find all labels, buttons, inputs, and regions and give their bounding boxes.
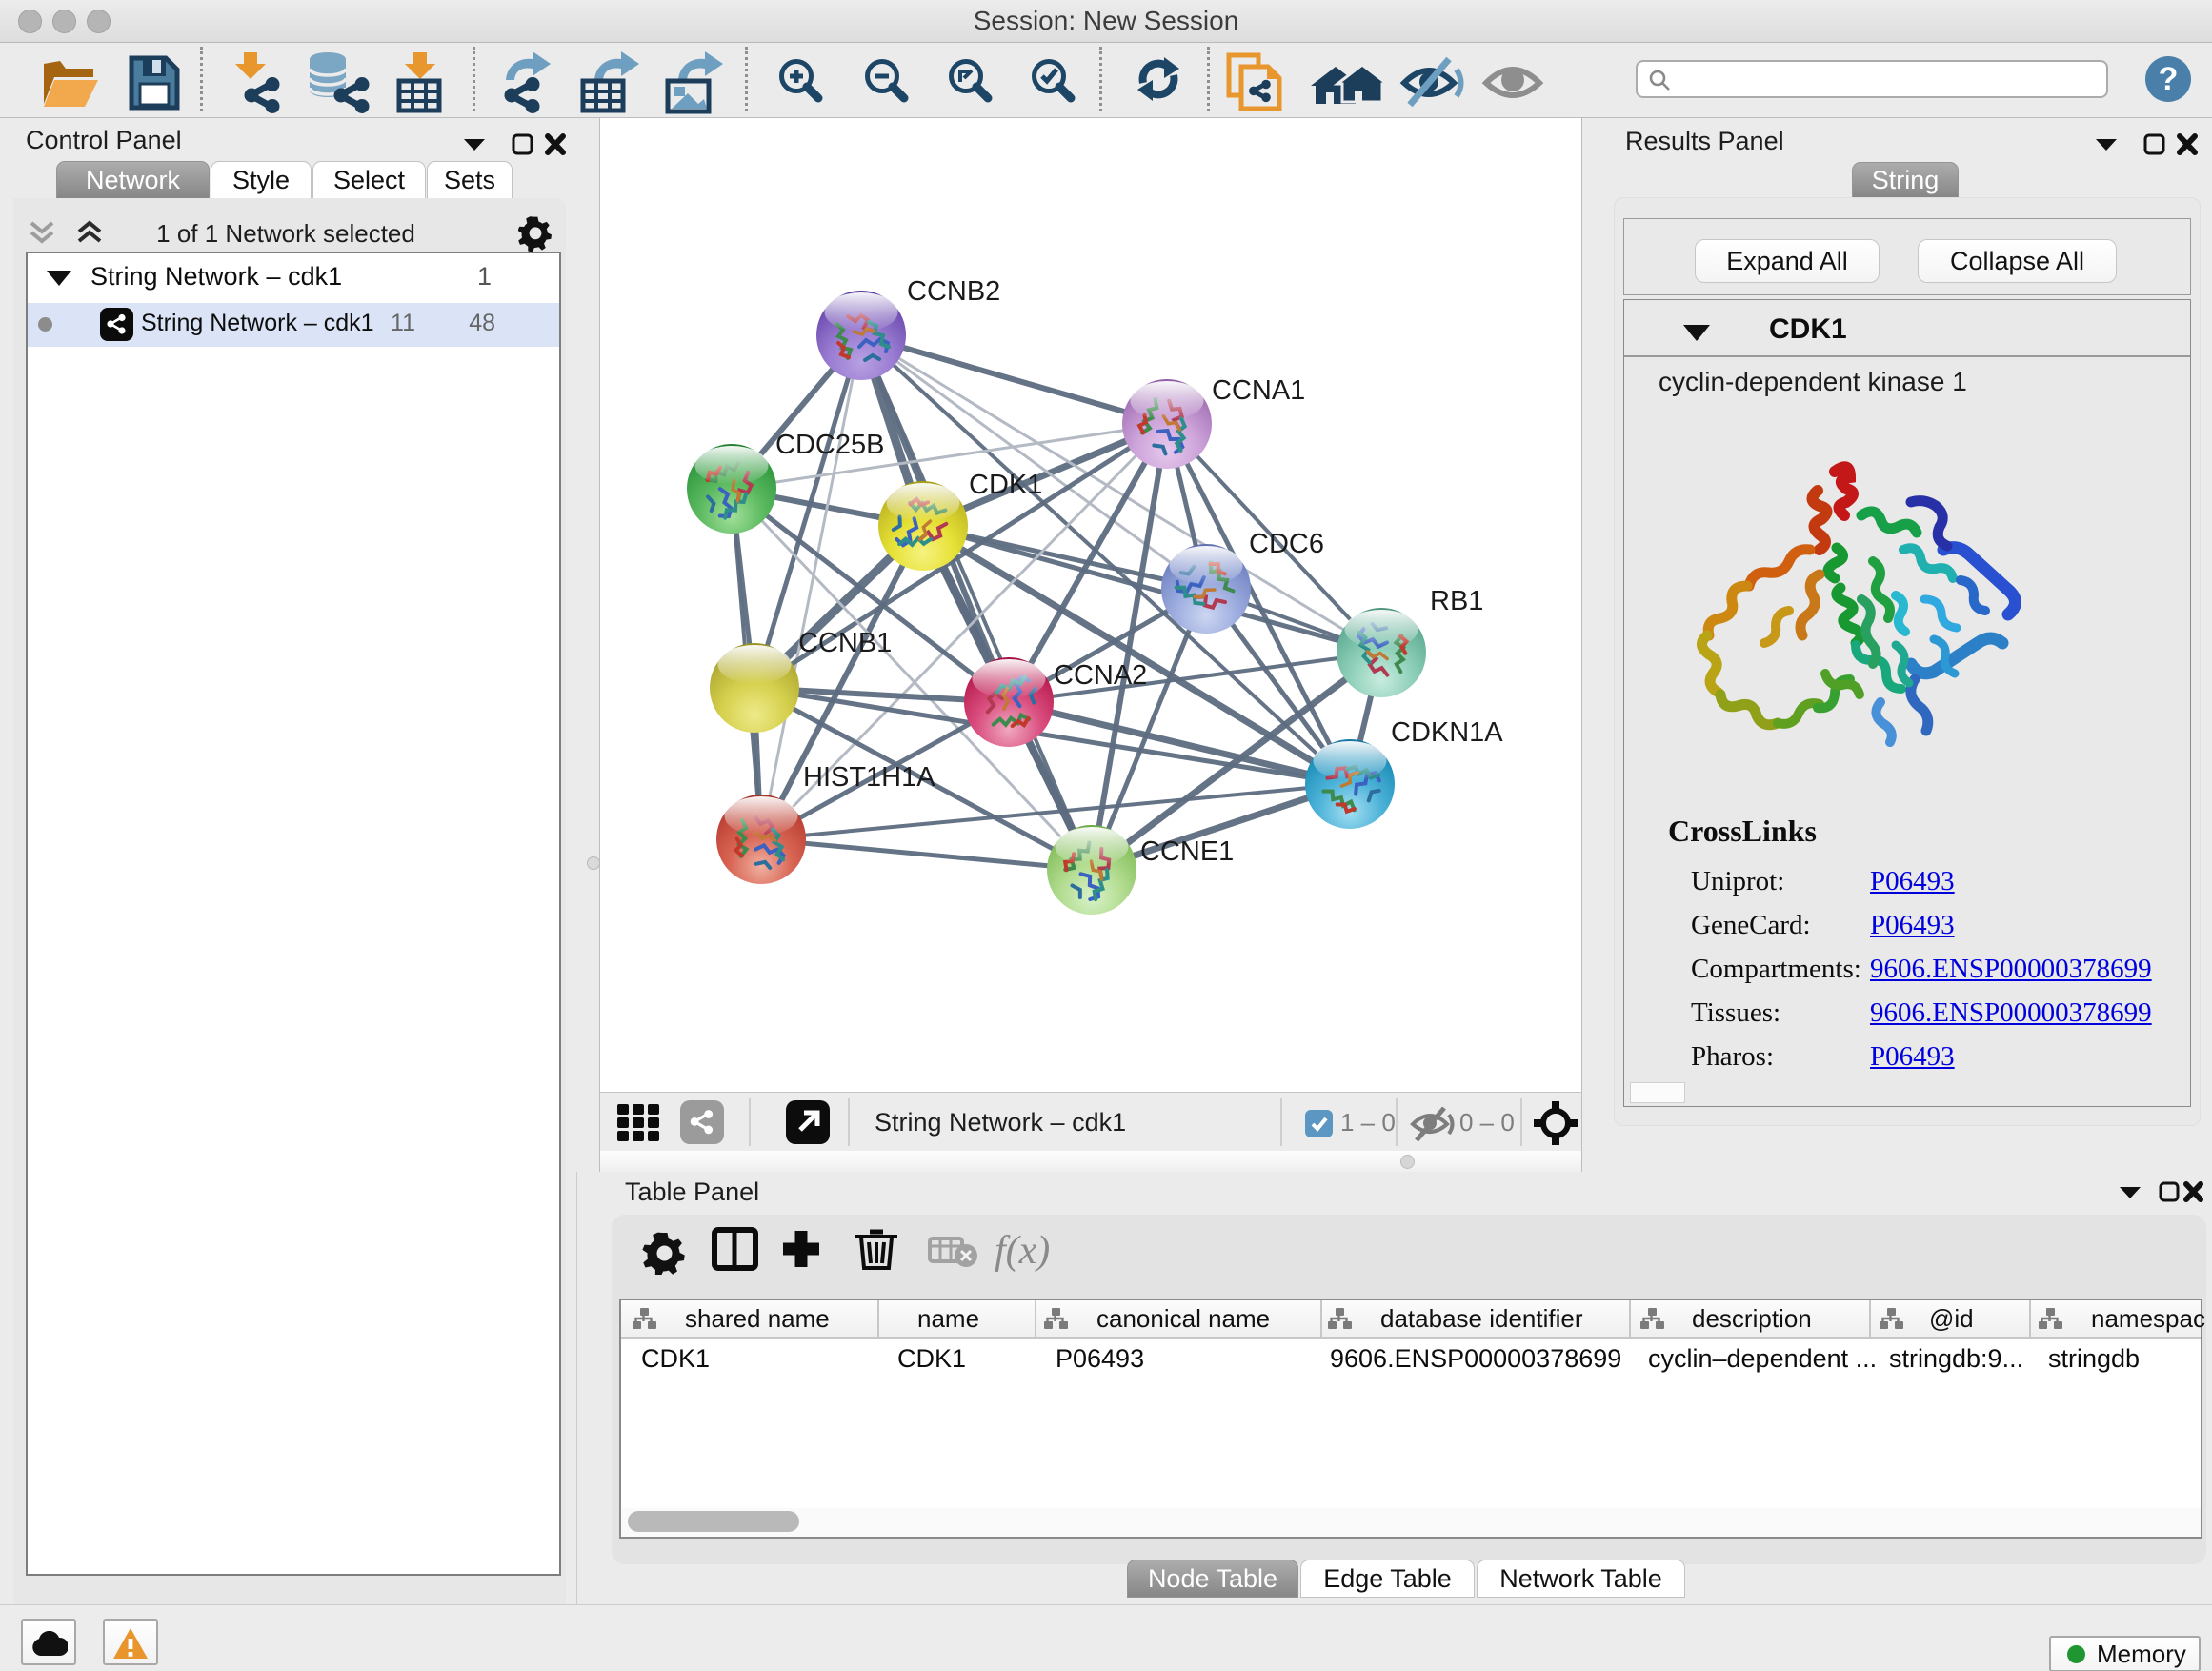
svg-text:RB1: RB1 [1430, 586, 1483, 616]
svg-text:CCNA1: CCNA1 [1212, 375, 1305, 406]
svg-text:HIST1H1A: HIST1H1A [803, 762, 935, 793]
svg-text:f(x): f(x) [995, 1229, 1050, 1273]
svg-text:CDC25B: CDC25B [775, 430, 884, 460]
svg-text:CCNB2: CCNB2 [907, 276, 1000, 307]
svg-text:CCNA2: CCNA2 [1054, 660, 1147, 691]
svg-text:CDK1: CDK1 [969, 470, 1042, 500]
svg-text:CCNE1: CCNE1 [1140, 836, 1234, 867]
svg-text:CCNB1: CCNB1 [798, 628, 892, 658]
svg-text:CDC6: CDC6 [1249, 529, 1324, 559]
svg-text:CDKN1A: CDKN1A [1391, 717, 1503, 748]
